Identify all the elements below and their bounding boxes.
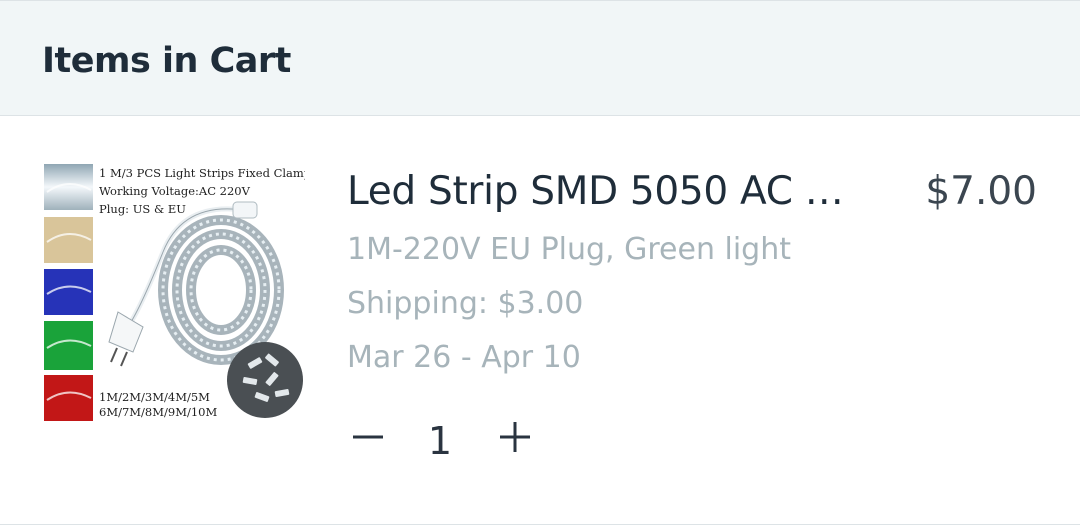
thumbnail-caption: 1 M/3 PCS Light Strips Fixed Clamp for F… — [99, 166, 305, 180]
product-price: $7.00 — [925, 169, 1037, 214]
thumbnail-caption: 1M/2M/3M/4M/5M — [99, 390, 210, 404]
quantity-value: 1 — [427, 419, 453, 463]
delivery-estimate: Mar 26 - Apr 10 — [347, 340, 581, 375]
minus-icon — [353, 435, 383, 439]
thumbnail-caption: Working Voltage:AC 220V — [99, 184, 250, 198]
product-thumbnail[interactable]: 1 M/3 PCS Light Strips Fixed Clamp for F… — [43, 162, 305, 424]
thumbnail-caption: 6M/7M/8M/9M/10M — [99, 405, 218, 419]
shipping-cost: Shipping: $3.00 — [347, 286, 584, 321]
page-title: Items in Cart — [42, 41, 291, 81]
thumbnail-caption: Plug: US & EU — [99, 202, 186, 216]
increase-quantity-button[interactable] — [495, 417, 535, 457]
plus-icon — [500, 422, 530, 452]
product-title[interactable]: Led Strip SMD 5050 AC 2... — [347, 169, 857, 214]
cart-header: Items in Cart — [0, 0, 1080, 116]
cart-item[interactable]: 1 M/3 PCS Light Strips Fixed Clamp for F… — [0, 117, 1080, 523]
product-variant: 1M-220V EU Plug, Green light — [347, 232, 791, 267]
decrease-quantity-button[interactable] — [348, 417, 388, 457]
